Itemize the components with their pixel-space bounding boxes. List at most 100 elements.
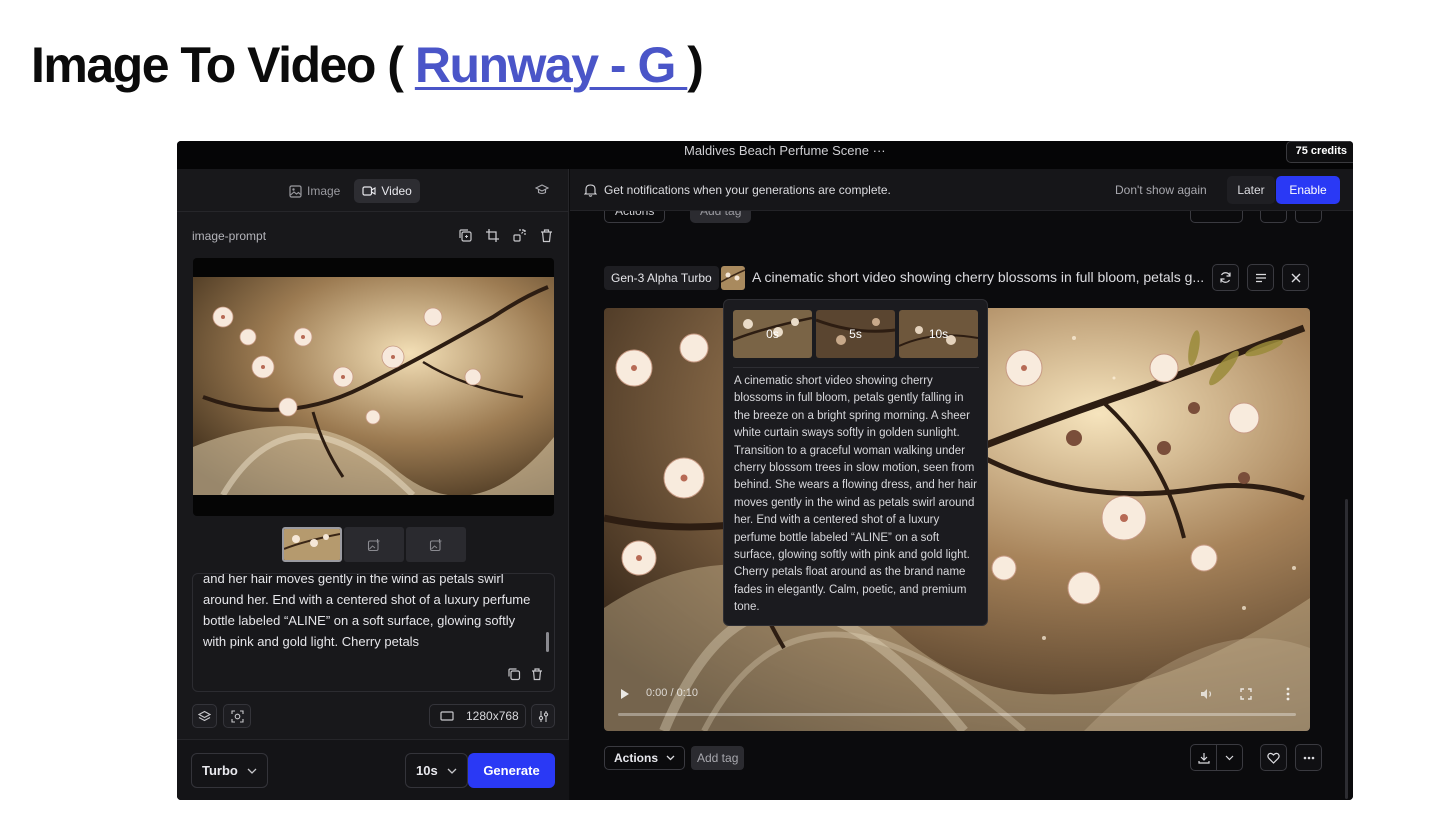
copy-icon[interactable] — [507, 667, 521, 681]
previous-generation-actions: Actions Add tag — [604, 211, 1324, 225]
generation-header: Gen-3 Alpha Turbo A cinematic short vide… — [604, 264, 1310, 294]
regenerate-button[interactable] — [1212, 264, 1239, 291]
frame-thumbnail[interactable]: 0s — [733, 310, 812, 358]
model-select[interactable]: Turbo — [191, 753, 268, 788]
image-preview[interactable] — [193, 258, 554, 516]
prompt-scrollbar[interactable] — [546, 632, 549, 652]
layers-button[interactable] — [192, 704, 217, 728]
video-progress-bar[interactable] — [618, 713, 1296, 716]
image-icon — [289, 184, 302, 198]
more-button[interactable] — [1295, 211, 1322, 223]
text-lines-icon — [1255, 273, 1266, 282]
settings-button[interactable] — [531, 704, 555, 728]
later-button[interactable]: Later — [1227, 176, 1275, 204]
project-title[interactable]: Maldives Beach Perfume Scene ··· — [684, 143, 886, 158]
frame-label: 10s — [928, 327, 949, 341]
notification-text: Get notifications when your generations … — [604, 183, 891, 197]
volume-icon[interactable] — [1200, 688, 1214, 700]
prompt-textarea[interactable]: and her hair moves gently in the wind as… — [192, 573, 555, 692]
copy-icon[interactable] — [458, 228, 473, 243]
add-tag-button[interactable]: Add tag — [690, 211, 752, 223]
generation-actions: Actions Add tag — [604, 744, 1322, 774]
layers-icon — [198, 710, 211, 721]
enable-button[interactable]: Enable — [1276, 176, 1340, 204]
page-title: Image To Video ( Runway - G ) — [31, 36, 704, 94]
frame-thumbnail[interactable]: 10s — [899, 310, 978, 358]
thumbnail-selected[interactable] — [282, 527, 342, 562]
left-panel: Image Video image-prompt and her hair mo… — [177, 169, 569, 800]
details-button[interactable] — [1247, 264, 1274, 291]
close-icon — [1291, 273, 1300, 282]
download-icon — [1197, 752, 1210, 764]
prompt-label: image-prompt — [192, 229, 267, 243]
notification-banner: Get notifications when your generations … — [570, 169, 1353, 211]
focus-button[interactable] — [223, 704, 251, 728]
favorite-button[interactable] — [1260, 744, 1287, 771]
chevron-down-icon — [666, 755, 675, 761]
trash-icon[interactable] — [539, 228, 554, 243]
crop-icon[interactable] — [485, 228, 500, 243]
page-title-prefix: Image To Video ( — [31, 37, 404, 93]
frame-label: 5s — [849, 327, 862, 341]
generation-thumbnail-image — [721, 266, 745, 290]
video-time: 0:00 / 0:10 — [646, 687, 698, 699]
image-thumbnails — [282, 527, 466, 562]
trash-icon[interactable] — [530, 667, 544, 681]
fullscreen-icon[interactable] — [1240, 688, 1252, 700]
more-icon[interactable]: ··· — [873, 143, 886, 158]
download-button[interactable] — [1190, 211, 1243, 223]
prompt-text[interactable]: and her hair moves gently in the wind as… — [203, 574, 533, 652]
mode-tabs: Image Video — [281, 179, 420, 203]
cherry-blossom-image — [193, 277, 554, 495]
more-vertical-icon[interactable] — [1286, 687, 1290, 701]
add-image-slot[interactable] — [344, 527, 404, 562]
video-icon — [362, 186, 376, 196]
play-icon[interactable] — [620, 688, 630, 700]
video-controls: 0:00 / 0:10 — [604, 681, 1310, 731]
credits-badge[interactable]: 75 credits — [1285, 141, 1353, 163]
heart-icon — [1267, 752, 1280, 764]
dont-show-again-button[interactable]: Don't show again — [1115, 183, 1207, 197]
actions-button[interactable]: Actions — [604, 746, 686, 770]
frame-label: 0s — [766, 327, 779, 341]
tab-image-label: Image — [307, 184, 341, 198]
full-prompt-text: A cinematic short video showing cherry b… — [734, 375, 977, 614]
more-button[interactable] — [1295, 744, 1322, 771]
generation-thumbnail[interactable] — [721, 266, 745, 290]
tab-image[interactable]: Image — [281, 179, 348, 203]
tab-video-label: Video — [381, 184, 412, 198]
scrollbar[interactable] — [1345, 499, 1348, 799]
download-button[interactable] — [1190, 744, 1243, 771]
more-horizontal-icon — [1303, 756, 1314, 759]
chevron-down-icon — [247, 768, 257, 774]
prompt-actions — [507, 667, 544, 681]
duration-select[interactable]: 10s — [405, 753, 468, 788]
add-image-slot[interactable] — [406, 527, 466, 562]
expand-icon[interactable] — [512, 228, 527, 243]
runway-link[interactable]: Runway - G — [415, 37, 687, 93]
resolution-label: 1280x768 — [466, 709, 519, 723]
download-options[interactable] — [1216, 745, 1242, 770]
tab-video[interactable]: Video — [354, 179, 420, 203]
prompt-tools — [458, 228, 554, 243]
actions-button[interactable]: Actions — [604, 211, 666, 223]
divider — [733, 367, 979, 368]
resolution-button[interactable]: 1280x768 — [429, 704, 526, 728]
add-image-icon — [367, 538, 380, 551]
divider — [177, 211, 569, 212]
favorite-button[interactable] — [1260, 211, 1287, 223]
frame-thumbnail[interactable]: 5s — [816, 310, 895, 358]
aspect-ratio-icon — [440, 711, 454, 721]
focus-icon — [230, 709, 244, 723]
chevron-down-icon — [1225, 755, 1234, 760]
bell-icon — [584, 184, 597, 197]
prompt-popover: 0s 5s 10s A cinematic short video showin… — [723, 299, 988, 626]
model-tag: Gen-3 Alpha Turbo — [604, 266, 719, 290]
graduation-cap-icon[interactable] — [535, 183, 549, 197]
close-button[interactable] — [1282, 264, 1309, 291]
add-tag-button[interactable]: Add tag — [691, 746, 745, 770]
generate-button[interactable]: Generate — [468, 753, 555, 788]
download-main[interactable] — [1191, 745, 1216, 770]
page-title-suffix: ) — [687, 37, 704, 93]
generation-title[interactable]: A cinematic short video showing cherry b… — [752, 269, 1212, 285]
